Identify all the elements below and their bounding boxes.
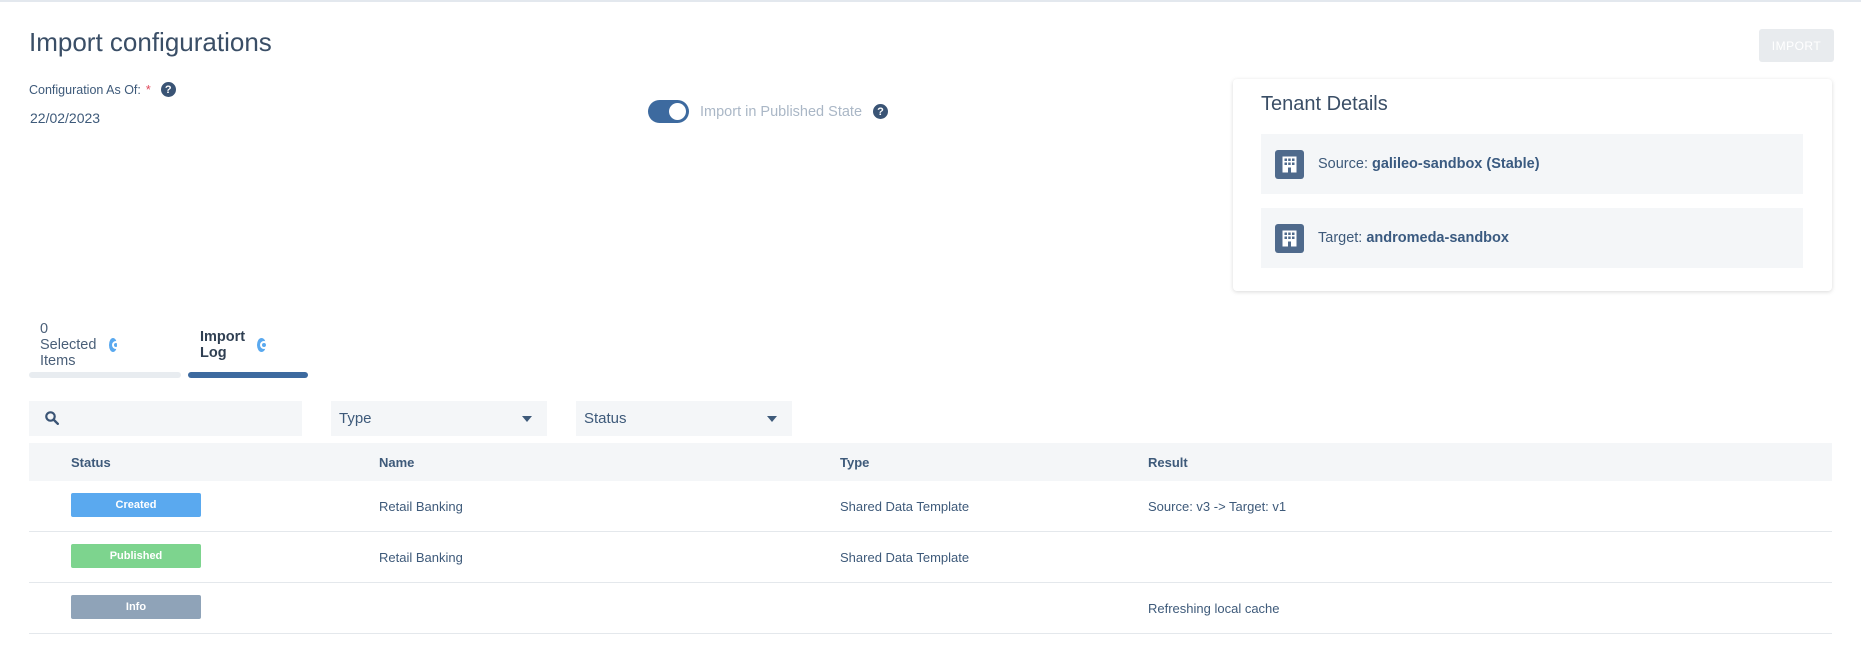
table-row[interactable]: Created Retail Banking Shared Data Templ… (29, 481, 1832, 532)
tenant-details-title: Tenant Details (1261, 93, 1388, 115)
column-header-result[interactable]: Result (1148, 455, 1188, 470)
top-border (0, 0, 1861, 2)
question-circle-icon[interactable]: ? (160, 82, 176, 97)
tab-label: Import Log (200, 329, 246, 361)
status-badge: Info (71, 595, 201, 619)
tenant-details-card: Tenant Details Source: galileo-sandbox (… (1233, 79, 1832, 291)
tab-indicator-inactive (29, 372, 181, 378)
configuration-date-input[interactable]: 22/02/2023 (30, 110, 100, 126)
row-type: Shared Data Template (840, 499, 970, 514)
column-header-name[interactable]: Name (379, 455, 414, 470)
building-icon (1275, 149, 1304, 179)
row-name: Retail Banking (379, 550, 463, 565)
tenant-target-row: Target: andromeda-sandbox (1261, 208, 1803, 268)
search-input[interactable] (29, 401, 302, 436)
target-label: Target: (1318, 230, 1363, 246)
source-label: Source: (1318, 156, 1368, 172)
tenant-source-row: Source: galileo-sandbox (Stable) (1261, 134, 1803, 194)
status-badge: Created (71, 493, 201, 517)
column-header-status[interactable]: Status (71, 455, 111, 470)
row-type: Shared Data Template (840, 550, 970, 565)
question-circle-icon[interactable]: ? (873, 104, 889, 119)
target-value: andromeda-sandbox (1366, 230, 1509, 246)
publish-toggle-switch[interactable] (648, 100, 689, 123)
table-row[interactable]: Published Retail Banking Shared Data Tem… (29, 532, 1832, 583)
toggle-knob (669, 103, 686, 120)
type-filter-value: Type (339, 410, 372, 427)
building-icon (1275, 223, 1304, 253)
publish-toggle-group: Import in Published State ? (648, 100, 889, 123)
required-mark: * (145, 82, 151, 97)
chevron-down-icon (522, 416, 532, 422)
page-title: Import configurations (29, 27, 272, 57)
status-filter-value: Status (584, 410, 627, 427)
tab-selected-items[interactable]: 0 Selected Items (40, 321, 121, 369)
toggle-label: Import in Published State (700, 103, 863, 120)
config-label-text: Configuration As Of: (29, 82, 141, 97)
import-button[interactable]: IMPORT (1759, 29, 1834, 62)
table-row[interactable]: Info Refreshing local cache (29, 583, 1832, 634)
status-badge: Published (71, 544, 201, 568)
row-result: Source: v3 -> Target: v1 (1148, 499, 1287, 514)
radio-circle-icon (256, 338, 269, 352)
source-value: galileo-sandbox (Stable) (1371, 156, 1540, 172)
row-name: Retail Banking (379, 499, 463, 514)
chevron-down-icon (767, 416, 777, 422)
status-filter-select[interactable]: Status (576, 401, 792, 436)
tab-indicator-active (188, 372, 308, 378)
radio-circle-icon (109, 338, 121, 352)
table-header: Status Name Type Result (29, 443, 1832, 481)
type-filter-select[interactable]: Type (331, 401, 547, 436)
column-header-type[interactable]: Type (840, 455, 869, 470)
tab-import-log[interactable]: Import Log (200, 329, 269, 361)
row-result: Refreshing local cache (1148, 601, 1280, 616)
tab-label: 0 Selected Items (40, 321, 97, 369)
configuration-as-of-label: Configuration As Of: * ? (29, 82, 176, 97)
search-icon (45, 411, 60, 430)
